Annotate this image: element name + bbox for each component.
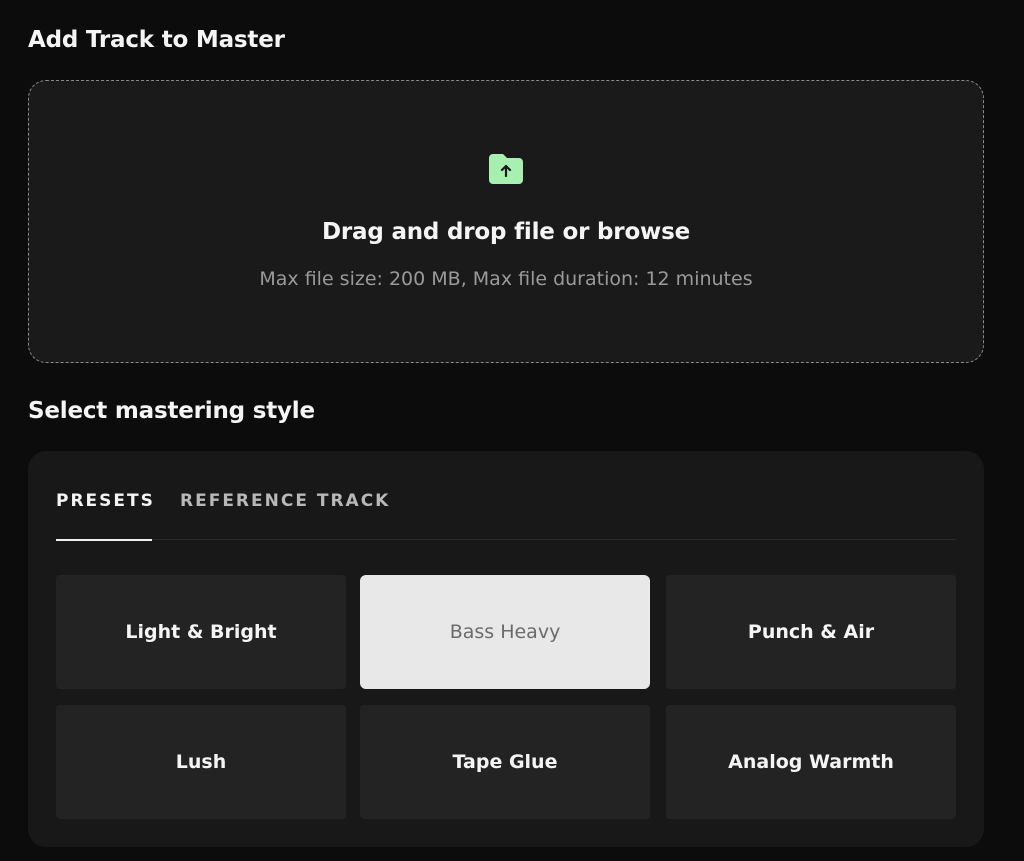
preset-punch-air[interactable]: Punch & Air [666,575,956,689]
mastering-page: Add Track to Master Drag and drop file o… [0,0,1024,861]
browse-link[interactable]: browse [597,219,690,245]
mastering-style-title: Select mastering style [28,398,315,424]
mastering-style-panel: PRESETS REFERENCE TRACK Light & Bright B… [28,451,984,847]
preset-lush[interactable]: Lush [56,705,346,819]
drop-instruction: Drag and drop file or browse [0,219,1012,245]
file-limits-text: Max file size: 200 MB, Max file duration… [259,268,753,290]
preset-tape-glue[interactable]: Tape Glue [360,705,650,819]
active-tab-indicator [56,538,152,541]
style-tabs: PRESETS REFERENCE TRACK [56,491,956,541]
preset-bass-heavy[interactable]: Bass Heavy [360,575,650,689]
drop-instruction-text: Drag and drop file or [322,219,598,245]
tab-reference-track[interactable]: REFERENCE TRACK [180,491,390,511]
preset-light-bright[interactable]: Light & Bright [56,575,346,689]
folder-upload-icon [489,154,523,184]
tab-presets[interactable]: PRESETS [56,491,155,511]
add-track-title: Add Track to Master [28,27,285,53]
preset-analog-warmth[interactable]: Analog Warmth [666,705,956,819]
